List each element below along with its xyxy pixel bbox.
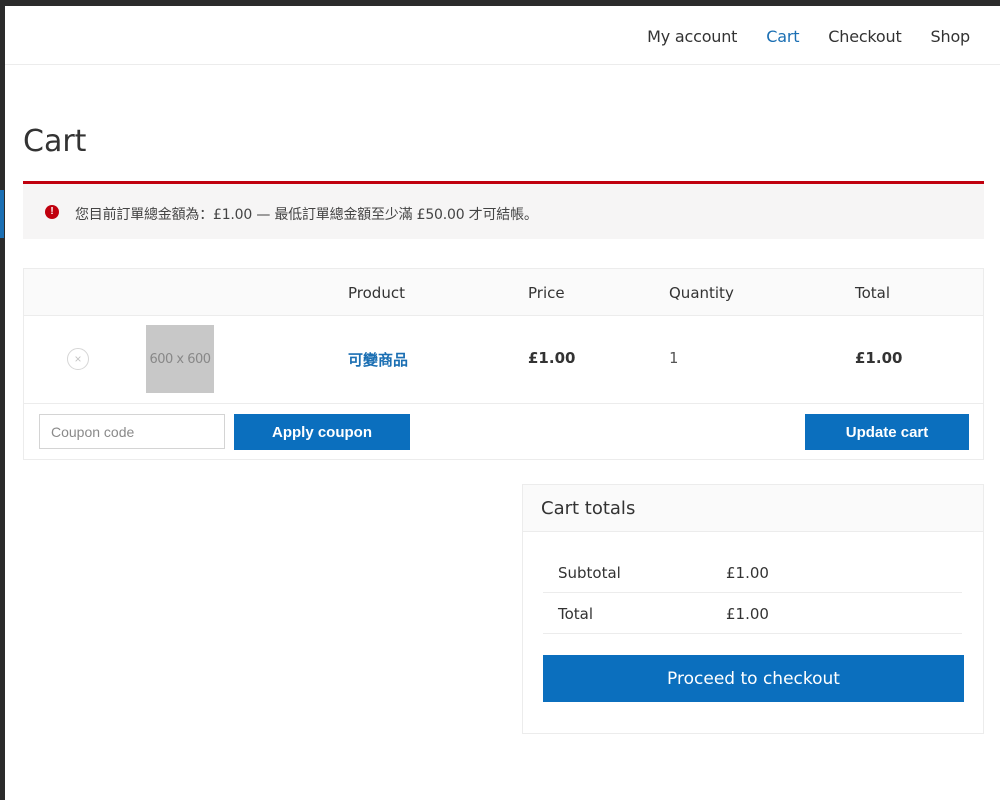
subtotal-label: Subtotal [558, 564, 621, 582]
site-header: My account Cart Checkout Shop [5, 6, 1000, 65]
cart-totals-header: Cart totals [523, 485, 983, 532]
error-icon: ! [45, 205, 59, 219]
remove-item-button[interactable]: × [67, 348, 89, 370]
cart-actions: Apply coupon Update cart [24, 404, 983, 460]
nav-cart[interactable]: Cart [766, 27, 799, 46]
header-total: Total [855, 284, 891, 302]
table-header: Product Price Quantity Total [24, 269, 983, 316]
product-price: £1.00 [528, 349, 576, 367]
proceed-to-checkout-button[interactable]: Proceed to checkout [543, 655, 964, 702]
total-row: Total £1.00 [543, 593, 962, 634]
error-notice: ! 您目前訂單總金額為：£1.00 — 最低訂單總金額至少滿 £50.00 才可… [23, 181, 984, 239]
product-link[interactable]: 可變商品 [348, 351, 408, 369]
cart-totals: Cart totals Subtotal £1.00 Total £1.00 P… [522, 484, 984, 734]
apply-coupon-button[interactable]: Apply coupon [234, 414, 410, 450]
update-cart-button[interactable]: Update cart [805, 414, 969, 450]
cart-table: Product Price Quantity Total × 600 x 600… [23, 268, 984, 460]
nav-shop[interactable]: Shop [931, 27, 971, 46]
subtotal-row: Subtotal £1.00 [543, 552, 962, 593]
total-value: £1.00 [726, 605, 769, 623]
header-price: Price [528, 284, 565, 302]
nav-my-account[interactable]: My account [647, 27, 737, 46]
nav-checkout[interactable]: Checkout [828, 27, 901, 46]
page: My account Cart Checkout Shop Cart ! 您目前… [5, 6, 1000, 800]
subtotal-value: £1.00 [726, 564, 769, 582]
page-title: Cart [23, 124, 87, 159]
product-subtotal: £1.00 [855, 349, 903, 367]
header-product: Product [348, 284, 405, 302]
primary-nav: My account Cart Checkout Shop [618, 27, 970, 46]
error-message: 您目前訂單總金額為：£1.00 — 最低訂單總金額至少滿 £50.00 才可結帳… [75, 207, 538, 223]
product-thumbnail[interactable]: 600 x 600 [146, 325, 214, 393]
cart-totals-title: Cart totals [541, 498, 636, 519]
header-quantity: Quantity [669, 284, 734, 302]
thumbnail-placeholder-text: 600 x 600 [149, 351, 211, 367]
window-left-accent [0, 190, 4, 238]
total-label: Total [558, 605, 594, 623]
quantity-value[interactable]: 1 [669, 349, 678, 367]
coupon-code-input[interactable] [39, 414, 225, 449]
table-row: × 600 x 600 可變商品 £1.00 1 £1.00 [24, 316, 983, 404]
